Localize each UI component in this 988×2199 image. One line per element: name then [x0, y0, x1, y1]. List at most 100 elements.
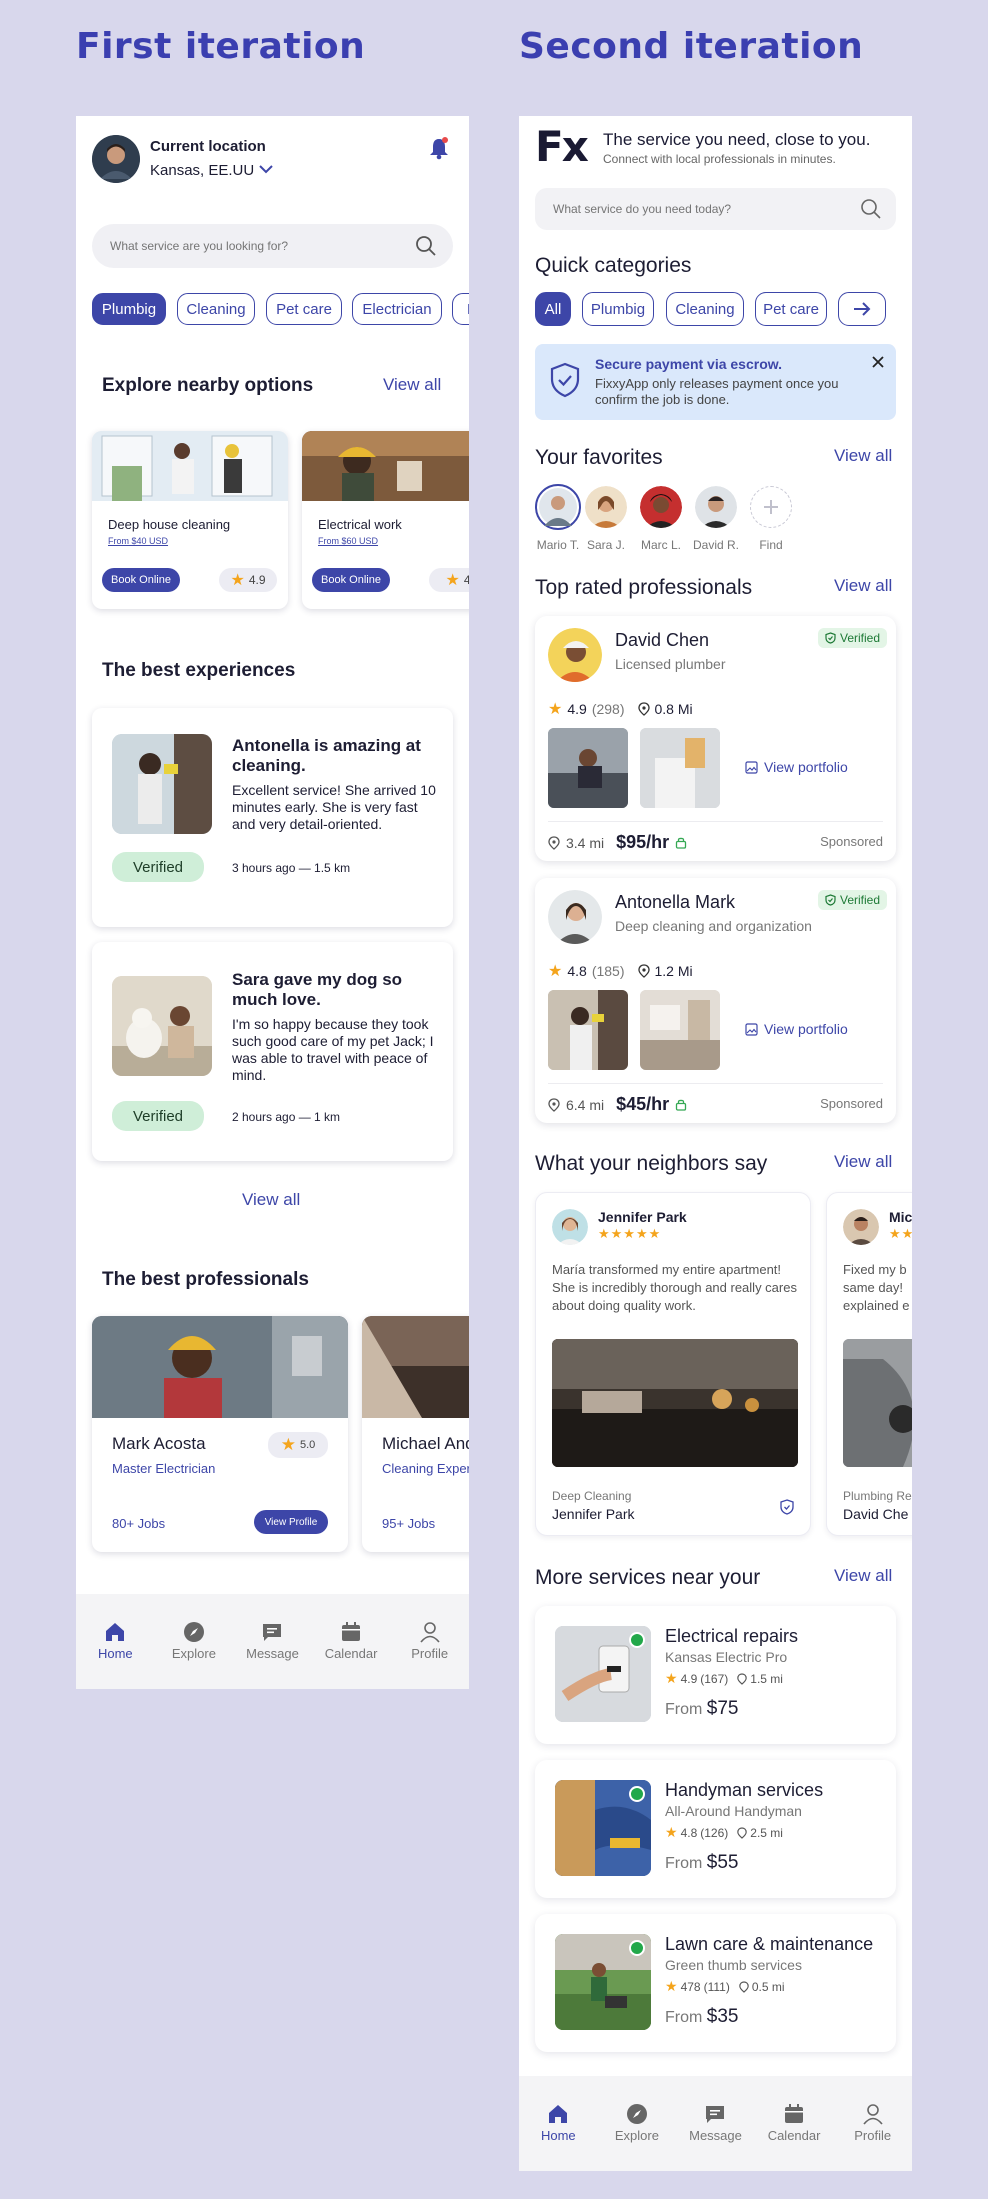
search-bar[interactable] — [535, 188, 896, 230]
sub-tagline: Connect with local professionals in minu… — [603, 152, 836, 166]
search-input[interactable] — [553, 188, 853, 230]
user-avatar[interactable] — [92, 135, 140, 183]
portfolio-photo[interactable] — [640, 728, 720, 808]
nav-label: Calendar — [767, 2128, 821, 2143]
portfolio-photo[interactable] — [640, 990, 720, 1070]
professional-name: Mark Acosta — [112, 1434, 206, 1453]
chip-cleaning[interactable]: Cleaning — [666, 292, 744, 326]
first-iteration-phone: Current location Kansas, EE.UU Plumbig C… — [76, 116, 469, 1689]
more-services-view-all-link[interactable]: View all — [834, 1566, 892, 1586]
find-favorite-button[interactable] — [750, 486, 792, 528]
neighbor-review-card[interactable]: Mic ★★★★★ Fixed my b same day! explained… — [826, 1192, 912, 1536]
view-portfolio-link[interactable]: View portfolio — [745, 759, 848, 775]
neighbor-review-card[interactable]: Jennifer Park ★★★★★ María transformed my… — [535, 1192, 811, 1536]
experience-card[interactable]: Antonella is amazing at cleaning. Excell… — [92, 708, 453, 927]
favorite-avatar[interactable] — [585, 486, 627, 528]
experiences-view-all-link[interactable]: View all — [242, 1190, 300, 1210]
nav-calendar[interactable]: Calendar — [316, 1618, 386, 1661]
favorite-avatar[interactable] — [695, 486, 737, 528]
escrow-title: Secure payment via escrow. — [595, 356, 783, 372]
nav-explore[interactable]: Explore — [159, 1618, 229, 1661]
experience-card[interactable]: Sara gave my dog so much love. I'm so ha… — [92, 942, 453, 1161]
nav-profile[interactable]: Profile — [838, 2100, 908, 2143]
user-icon — [862, 2100, 884, 2128]
professional-card[interactable]: Mark Acosta Master Electrician ★ 5.0 80+ … — [92, 1316, 348, 1552]
portfolio-photo[interactable] — [548, 990, 628, 1070]
book-online-button[interactable]: Book Online — [102, 568, 180, 592]
service-stats: ★ 4.9 (167) 1.5 mi — [665, 1670, 783, 1687]
chip-cleaning[interactable]: Cleaning — [177, 293, 255, 325]
nav-home[interactable]: Home — [523, 2100, 593, 2143]
service-card[interactable]: Electrical repairs Kansas Electric Pro ★… — [535, 1606, 896, 1744]
nearby-card[interactable]: Electrical work From $60 USD Book Online… — [302, 431, 469, 609]
favorite-avatar[interactable] — [535, 484, 581, 530]
professional-avatar — [548, 628, 602, 682]
professional-card[interactable]: Antonella Mark Deep cleaning and organiz… — [535, 878, 896, 1123]
favorite-name: Mario T. — [536, 538, 580, 552]
professional-jobs: 95+ Jobs — [382, 1516, 436, 1531]
reviewer-name: Mic — [889, 1209, 912, 1225]
search-bar[interactable] — [92, 224, 453, 268]
chip-electrician[interactable]: Electrician — [352, 293, 442, 325]
chip-plumbing[interactable]: Plumbig — [92, 293, 166, 325]
nav-message[interactable]: Message — [680, 2100, 750, 2143]
sponsored-label: Sponsored — [820, 1096, 883, 1111]
portfolio-photo[interactable] — [548, 728, 628, 808]
chevron-down-icon[interactable] — [258, 163, 274, 175]
nav-profile[interactable]: Profile — [395, 1618, 465, 1661]
favorite-avatar[interactable] — [640, 486, 682, 528]
review-count: (167) — [700, 1671, 729, 1686]
distance-value: 0.8 Mi — [654, 701, 693, 717]
search-icon[interactable] — [860, 198, 882, 220]
search-icon[interactable] — [415, 235, 437, 257]
price-value: $75 — [706, 1698, 739, 1719]
review-count: (111) — [703, 1979, 730, 1994]
location-distance: 6.4 mi — [566, 1096, 605, 1113]
service-card[interactable]: Handyman services All-Around Handyman ★ … — [535, 1760, 896, 1898]
nav-home[interactable]: Home — [80, 1618, 150, 1661]
favorites-title: Your favorites — [535, 446, 663, 469]
bottom-nav-items: Home Explore Message Calendar Profile — [76, 1618, 469, 1661]
service-price: From $75 — [665, 1698, 738, 1720]
reviewer-name: Jennifer Park — [598, 1209, 687, 1225]
badge-label: Verified — [840, 893, 881, 907]
nearby-view-all-link[interactable]: View all — [383, 375, 441, 395]
bell-icon[interactable] — [428, 136, 450, 160]
close-icon[interactable] — [870, 354, 886, 370]
chip-more[interactable]: B — [452, 293, 469, 325]
service-card[interactable]: Lawn care & maintenance Green thumb serv… — [535, 1914, 896, 2052]
service-title: Lawn care & maintenance — [665, 1934, 874, 1954]
categories-next-button[interactable] — [838, 292, 886, 326]
five-star-rating-icon: ★★★★★ — [889, 1226, 912, 1241]
chip-pet-care[interactable]: Pet care — [266, 293, 342, 325]
star-icon: ★ — [548, 701, 563, 718]
calendar-icon — [340, 1618, 362, 1646]
nav-label: Explore — [171, 1646, 216, 1661]
nav-message[interactable]: Message — [237, 1618, 307, 1661]
chip-plumbing[interactable]: Plumbig — [582, 292, 654, 326]
nav-explore[interactable]: Explore — [602, 2100, 672, 2143]
price-prefix: From — [665, 1855, 703, 1872]
link-label: View portfolio — [764, 759, 848, 775]
review-author: David Che — [843, 1506, 909, 1522]
user-icon — [419, 1618, 441, 1646]
location-value[interactable]: Kansas, EE.UU — [150, 162, 254, 179]
nearby-card[interactable]: Deep house cleaning From $40 USD Book On… — [92, 431, 288, 609]
search-input[interactable] — [110, 224, 410, 268]
view-portfolio-link[interactable]: View portfolio — [745, 1021, 848, 1037]
chip-pet-care[interactable]: Pet care — [755, 292, 827, 326]
top-rated-view-all-link[interactable]: View all — [834, 576, 892, 596]
professional-card[interactable]: Michael And Cleaning Exper 95+ Jobs — [362, 1316, 469, 1552]
professional-card[interactable]: David Chen Licensed plumber Verified ★ 4… — [535, 616, 896, 861]
nav-calendar[interactable]: Calendar — [759, 2100, 829, 2143]
price-prefix: From — [665, 1701, 703, 1718]
favorites-view-all-link[interactable]: View all — [834, 446, 892, 466]
chip-all[interactable]: All — [535, 292, 571, 326]
neighbors-view-all-link[interactable]: View all — [834, 1152, 892, 1172]
divider — [548, 1083, 883, 1084]
professional-name: David Chen — [615, 630, 710, 650]
professional-avatar — [548, 890, 602, 944]
star-icon: ★ — [665, 1978, 678, 1994]
view-profile-button[interactable]: View Profile — [254, 1510, 328, 1534]
book-online-button[interactable]: Book Online — [312, 568, 390, 592]
